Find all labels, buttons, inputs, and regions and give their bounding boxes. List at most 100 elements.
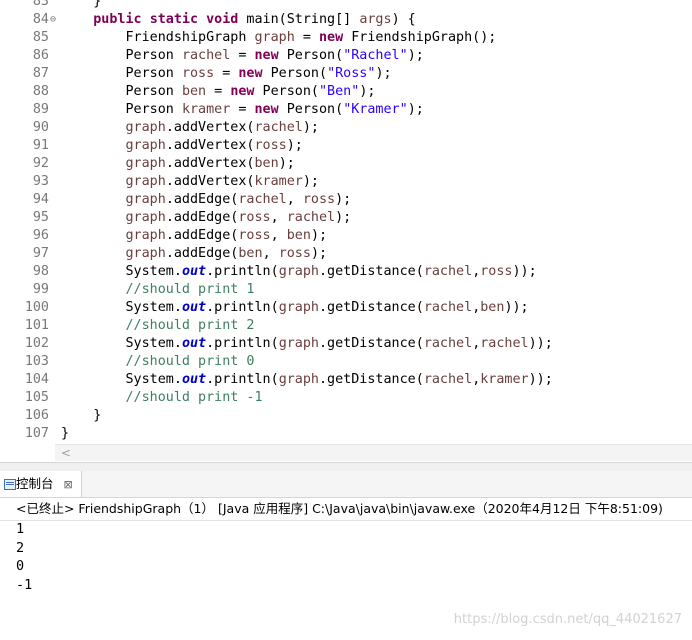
line-number: 87 [32,66,49,81]
code-token: System. [61,264,182,279]
code-token: .println( [206,264,279,279]
scroll-left-icon[interactable]: < [61,445,71,461]
code-token: Person [61,66,182,81]
line-number: 107 [24,426,49,441]
code-token: ross [181,66,215,81]
code-token: )); [528,336,553,351]
code-token: .println( [206,372,279,387]
line-number: 91 [32,138,49,153]
code-text: graph.addVertex(ben); [61,155,295,173]
code-token: ); [359,84,376,99]
code-token: graph [278,372,319,387]
console-tab-bar: 控制台 ⊠ [0,471,692,497]
line-number: 104 [24,372,49,387]
line-number: 83 [32,0,49,9]
line-number: 96 [32,228,49,243]
code-token: FriendshipGraph [61,30,255,45]
code-token: = [214,66,239,81]
code-token: rachel [254,120,303,135]
code-token: rachel [480,336,529,351]
code-token: //should print 0 [125,354,255,369]
code-token: = [230,48,255,63]
code-token: Person [61,102,182,117]
code-text: graph.addEdge(ben, ross); [61,245,328,263]
code-token: System. [61,336,182,351]
code-text: //should print -1 [61,389,263,407]
code-token: ross [254,138,287,153]
code-text: Person ben = new Person("Ben"); [61,83,375,101]
code-token: .println( [206,300,279,315]
fold-collapse-icon[interactable]: ⊖ [50,11,56,29]
code-token: graph [125,246,166,261]
console-output[interactable]: 1 2 0 -1 [16,520,32,594]
code-text: } [61,425,69,443]
code-token: ); [375,66,392,81]
code-token: , [286,192,303,207]
code-token: kramer [181,102,231,117]
code-token: ben [480,300,505,315]
console-output-line: 2 [16,539,25,556]
code-token: = [206,84,231,99]
code-token: .addEdge( [165,246,239,261]
code-token: ben [181,84,207,99]
console-output-line: 0 [16,558,25,574]
code-token: Person( [278,102,344,117]
code-token: ); [310,228,328,243]
code-text: FriendshipGraph graph = new FriendshipGr… [61,29,496,47]
code-token: .addVertex( [165,138,255,153]
code-token: ross [278,246,311,261]
code-text: graph.addVertex(ross); [61,137,303,155]
code-token: main(String[] [238,12,360,27]
code-token: graph [254,30,295,45]
code-token: graph [125,174,166,189]
code-token: //should print -1 [125,390,263,405]
code-token: rachel [181,48,231,63]
code-text: Person ross = new Person("Ross"); [61,65,392,83]
code-token: , [270,228,287,243]
code-token: out [181,300,207,315]
code-token: } [61,0,102,9]
code-token: .println( [206,336,279,351]
code-text: graph.addEdge(ross, ben); [61,227,328,245]
console-icon [4,479,16,490]
code-token: .addEdge( [165,210,239,225]
code-token: ben [238,246,263,261]
code-token: )); [504,300,529,315]
code-text: public static void main(String[] args) { [61,11,416,29]
line-number: 97 [32,246,49,261]
code-token: graph [125,228,166,243]
horizontal-scrollbar[interactable]: < [55,444,692,461]
code-token: ); [310,246,328,261]
line-number: 90 [32,120,49,135]
code-token: graph [125,138,166,153]
code-token: .addVertex( [165,120,255,135]
code-token: new [230,84,255,99]
code-token: rachel [423,300,473,315]
code-token: ross [302,192,336,207]
code-text: graph.addEdge(rachel, ross); [61,191,352,209]
code-token: .getDistance( [319,264,424,279]
tab-console[interactable]: 控制台 ⊠ [0,471,82,497]
console-output-line: 1 [16,521,25,537]
code-token: ); [335,192,352,207]
code-token: } [61,408,102,423]
line-number: 85 [32,30,49,45]
code-token: Person [61,48,182,63]
close-icon[interactable]: ⊠ [64,478,73,491]
code-editor[interactable]: 83 } 84 ⊖ public static void main(String[]… [0,0,692,462]
code-token: System. [61,300,182,315]
code-token: "Rachel" [343,48,408,63]
code-token: .addVertex( [165,174,255,189]
code-token: new [318,30,344,45]
line-number: 88 [32,84,49,99]
line-number: 105 [24,390,49,405]
code-token: } [61,426,70,441]
